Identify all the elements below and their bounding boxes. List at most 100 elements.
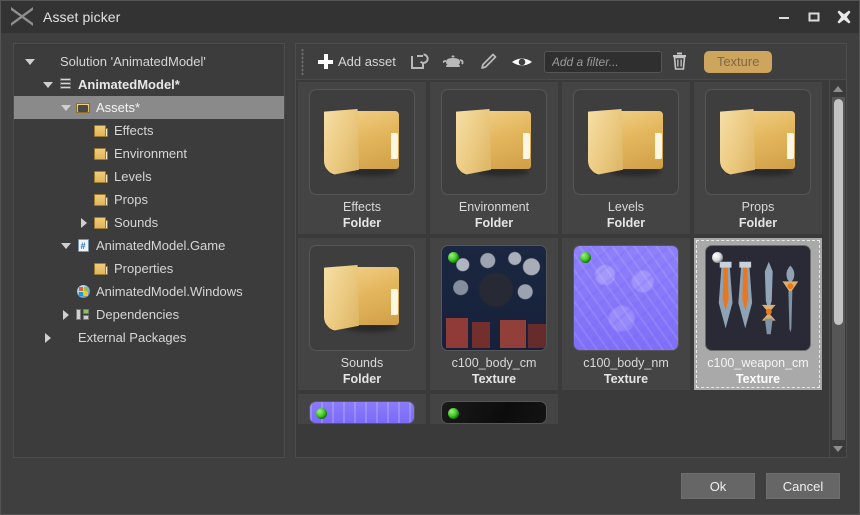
reimport-icon[interactable] <box>404 48 436 76</box>
folder-art-icon <box>323 107 401 177</box>
asset-tile[interactable] <box>298 394 426 424</box>
asset-type: Folder <box>739 216 777 230</box>
asset-toolbar: Add asset <box>296 44 846 80</box>
tree-item-props[interactable]: Props <box>14 188 284 211</box>
status-dot <box>712 252 723 263</box>
asset-browser-panel: Add asset <box>295 43 847 458</box>
csharp-project-icon: # <box>78 239 89 252</box>
title-bar: Asset picker <box>1 1 859 33</box>
asset-tile[interactable]: Sounds Folder <box>298 238 426 390</box>
tree-item-levels[interactable]: Levels <box>14 165 284 188</box>
tree-item-environment[interactable]: Environment <box>14 142 284 165</box>
tree-item-animatedmodel-windows[interactable]: AnimatedModel.Windows <box>14 280 284 303</box>
asset-type: Folder <box>343 372 381 386</box>
tree-expander[interactable] <box>58 100 74 116</box>
tree-item-effects[interactable]: Effects <box>14 119 284 142</box>
teapot-preview-icon[interactable] <box>438 48 470 76</box>
asset-name: Environment <box>459 200 529 214</box>
tree-item-icon <box>56 77 74 93</box>
visibility-eye-icon[interactable] <box>506 48 538 76</box>
tree-item-icon <box>74 100 92 116</box>
asset-type: Texture <box>604 372 648 386</box>
tree-expander[interactable] <box>40 77 56 93</box>
asset-name: Effects <box>343 200 381 214</box>
filter-box[interactable] <box>544 51 662 73</box>
tree-item-icon <box>56 330 74 346</box>
asset-thumbnail <box>573 89 679 195</box>
trash-icon[interactable] <box>664 48 696 76</box>
asset-tile[interactable]: c100_body_nmTexture <box>562 238 690 390</box>
folder-art-icon <box>587 107 665 177</box>
dialog-footer: Ok Cancel <box>1 458 859 514</box>
toolbar-drag-grip[interactable] <box>300 49 307 75</box>
asset-name: Sounds <box>341 356 383 370</box>
maximize-icon[interactable] <box>799 1 829 33</box>
scrollbar-track[interactable] <box>832 97 845 440</box>
tree-item-icon: # <box>74 238 92 254</box>
tree-item-solution-animatedmodel[interactable]: Solution 'AnimatedModel' <box>14 50 284 73</box>
tree-item-icon <box>74 284 92 300</box>
tree-expander[interactable] <box>58 238 74 254</box>
asset-name: c100_body_cm <box>452 356 537 370</box>
tree-item-external-packages[interactable]: External Packages <box>14 326 284 349</box>
tree-item-dependencies[interactable]: Dependencies <box>14 303 284 326</box>
asset-type: Folder <box>343 216 381 230</box>
tree-item-assets[interactable]: Assets* <box>14 96 284 119</box>
filter-chip-texture[interactable]: Texture <box>704 51 773 73</box>
asset-tile[interactable]: EnvironmentFolder <box>430 82 558 234</box>
solution-tree-panel[interactable]: Solution 'AnimatedModel' AnimatedModel* As… <box>13 43 285 458</box>
tree-expander[interactable] <box>76 169 92 185</box>
asset-grid-scrollbar[interactable] <box>829 80 846 457</box>
tree-item-icon <box>38 54 56 70</box>
tree-expander[interactable] <box>22 54 38 70</box>
window-controls <box>769 1 859 33</box>
add-asset-button[interactable]: Add asset <box>312 48 402 76</box>
close-icon[interactable] <box>829 1 859 33</box>
asset-name: Props <box>742 200 775 214</box>
tree-expander[interactable] <box>76 146 92 162</box>
asset-picker-window: Asset picker Solution 'AnimatedModel' Ani… <box>0 0 860 515</box>
tree-item-icon <box>92 169 110 185</box>
tree-item-properties[interactable]: Properties <box>14 257 284 280</box>
asset-thumbnail <box>705 89 811 195</box>
cancel-button[interactable]: Cancel <box>766 473 840 499</box>
tree-item-animatedmodel-game[interactable]: #AnimatedModel.Game <box>14 234 284 257</box>
status-dot <box>448 408 459 419</box>
asset-tile[interactable]: c100_weapon_cmTexture <box>694 238 822 390</box>
solution-tree: Solution 'AnimatedModel' AnimatedModel* As… <box>14 50 284 349</box>
status-dot <box>580 252 591 263</box>
add-asset-label: Add asset <box>338 54 396 69</box>
tree-expander[interactable] <box>76 215 92 231</box>
scrollbar-thumb[interactable] <box>834 99 843 325</box>
tree-expander[interactable] <box>58 307 74 323</box>
scroll-up-icon[interactable] <box>831 81 846 96</box>
asset-tile[interactable]: Effects Folder <box>298 82 426 234</box>
edit-pencil-icon[interactable] <box>472 48 504 76</box>
tree-item-label: Effects <box>114 123 154 138</box>
asset-tile[interactable]: c100_body_cmTexture <box>430 238 558 390</box>
scroll-down-icon[interactable] <box>831 441 846 456</box>
tree-expander[interactable] <box>40 330 56 346</box>
tree-expander[interactable] <box>58 284 74 300</box>
folder-icon <box>94 170 108 183</box>
tree-expander[interactable] <box>76 123 92 139</box>
asset-type: Texture <box>736 372 780 386</box>
status-dot <box>448 252 459 263</box>
tree-item-label: AnimatedModel* <box>78 77 180 92</box>
asset-name: Levels <box>608 200 644 214</box>
tree-expander[interactable] <box>76 192 92 208</box>
asset-grid[interactable]: EffectsFolderEnvironmentFolderLevelsFold… <box>296 80 829 457</box>
asset-thumbnail <box>441 401 547 424</box>
asset-tile[interactable]: Props Folder <box>694 82 822 234</box>
asset-tile[interactable] <box>430 394 558 424</box>
ok-button[interactable]: Ok <box>681 473 755 499</box>
asset-thumbnail <box>573 245 679 351</box>
minimize-icon[interactable] <box>769 1 799 33</box>
tree-item-animatedmodel[interactable]: AnimatedModel* <box>14 73 284 96</box>
tree-item-label: Environment <box>114 146 187 161</box>
asset-tile[interactable]: LevelsFolder <box>562 82 690 234</box>
tree-item-icon <box>74 307 92 323</box>
tree-item-sounds[interactable]: Sounds <box>14 211 284 234</box>
filter-input[interactable] <box>552 55 654 69</box>
tree-expander[interactable] <box>76 261 92 277</box>
